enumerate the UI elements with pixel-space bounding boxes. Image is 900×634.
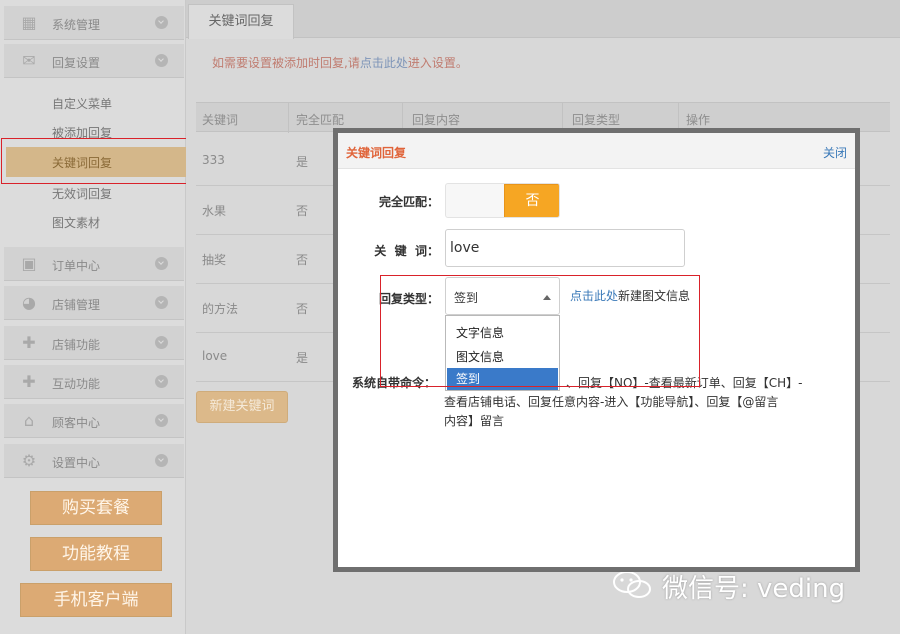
sidebar-section-label: 店铺功能 xyxy=(52,338,101,352)
reply-type-label: 回复类型： xyxy=(378,292,439,306)
chevron-down-icon xyxy=(155,375,168,388)
option-rich-media[interactable]: 图文信息 xyxy=(447,346,558,368)
option-check-in[interactable]: 签到 xyxy=(447,368,558,390)
chevron-down-icon xyxy=(155,16,168,29)
keyword-reply-dialog: 关键词回复 关闭 完全匹配： 否 关 键 词： love 回复类型： 签到 点击… xyxy=(333,128,860,572)
reply-type-select[interactable]: 签到 xyxy=(445,277,560,315)
sidebar-section-label: 订单中心 xyxy=(52,259,101,273)
inbox-icon: ⌂ xyxy=(23,411,35,430)
cell-keyword: 抽奖 xyxy=(202,253,227,267)
sidebar-section-interactive[interactable]: ✚ 互动功能 xyxy=(4,365,184,399)
system-commands-label: 系统自带命令： xyxy=(352,376,437,390)
sidebar-section-label: 互动功能 xyxy=(52,377,101,391)
column-header: 回复类型 xyxy=(572,113,621,127)
plus-icon: ✚ xyxy=(22,372,36,391)
keyword-label: 关 键 词： xyxy=(374,244,439,258)
notice-prefix: 如需要设置被添加时回复,请 xyxy=(212,56,360,70)
chevron-down-icon xyxy=(155,257,168,270)
cell-exact: 是 xyxy=(296,155,309,169)
column-header: 完全匹配 xyxy=(296,113,345,127)
reply-type-value: 签到 xyxy=(454,291,479,305)
sidebar-section-label: 回复设置 xyxy=(52,56,101,70)
sidebar-item-rich-media[interactable]: 图文素材 xyxy=(52,214,100,231)
system-commands-line2: 查看店铺电话、回复任意内容-进入【功能导航】、回复【@留言 xyxy=(444,395,779,409)
cell-keyword: love xyxy=(202,349,228,363)
column-header: 回复内容 xyxy=(412,113,461,127)
chevron-down-icon xyxy=(155,454,168,467)
sidebar-section-shop-functions[interactable]: ✚ 店铺功能 xyxy=(4,326,184,360)
mobile-client-button[interactable]: 手机客户端 xyxy=(20,583,172,617)
buy-package-button[interactable]: 购买套餐 xyxy=(30,491,162,525)
sidebar-item-custom-menu[interactable]: 自定义菜单 xyxy=(52,95,112,112)
plus-icon: ✚ xyxy=(22,333,36,352)
highlight-box xyxy=(1,138,213,184)
sidebar-section-shop[interactable]: ◕ 店铺管理 xyxy=(4,286,184,320)
column-header: 操作 xyxy=(686,113,711,127)
chevron-down-icon xyxy=(155,54,168,67)
new-keyword-button[interactable]: 新建关键词 xyxy=(196,391,288,423)
sidebar-section-label: 设置中心 xyxy=(52,456,101,470)
chevron-down-icon xyxy=(155,296,168,309)
sidebar-section-settings[interactable]: ⚙ 设置中心 xyxy=(4,444,184,478)
cell-exact: 否 xyxy=(296,204,309,218)
mail-icon: ✉ xyxy=(22,51,36,70)
sidebar-section-system[interactable]: ▦ 系统管理 xyxy=(4,6,184,40)
sidebar-section-orders[interactable]: ▣ 订单中心 xyxy=(4,247,184,281)
cell-keyword: 的方法 xyxy=(202,302,239,316)
sidebar-item-invalid-reply[interactable]: 无效词回复 xyxy=(52,185,112,202)
column-header: 关键词 xyxy=(202,113,239,127)
keyword-input[interactable]: love xyxy=(445,229,685,267)
printer-icon: ▣ xyxy=(21,254,37,273)
grid-icon: ▦ xyxy=(21,13,37,32)
dialog-header: 关键词回复 关闭 xyxy=(338,133,855,169)
notice-suffix: 进入设置。 xyxy=(407,56,468,70)
tutorial-button[interactable]: 功能教程 xyxy=(30,537,162,571)
cell-exact: 否 xyxy=(296,253,309,267)
option-text[interactable]: 文字信息 xyxy=(447,322,558,344)
create-link-suffix: 新建图文信息 xyxy=(618,289,691,303)
reply-type-dropdown: 文字信息 图文信息 签到 xyxy=(445,315,560,391)
cell-exact: 否 xyxy=(296,302,309,316)
caret-up-icon xyxy=(543,295,551,300)
toggle-off-option[interactable]: 否 xyxy=(504,184,559,217)
divider xyxy=(288,103,289,133)
close-button[interactable]: 关闭 xyxy=(823,144,847,161)
sidebar-section-reply[interactable]: ✉ 回复设置 xyxy=(4,44,184,78)
dialog-title: 关键词回复 xyxy=(346,146,407,160)
system-commands-text: 查看店铺电话、回复任意内容-进入【功能导航】、回复【@留言 内容】留言 xyxy=(444,393,804,431)
watermark-text: 微信号: veding xyxy=(662,574,846,604)
create-link[interactable]: 点击此处 xyxy=(570,289,618,303)
cell-exact: 是 xyxy=(296,351,309,365)
sidebar-section-label: 店铺管理 xyxy=(52,298,101,312)
sidebar-section-label: 系统管理 xyxy=(52,18,101,32)
wechat-icon xyxy=(613,571,651,598)
chevron-down-icon xyxy=(155,414,168,427)
cell-keyword: 水果 xyxy=(202,204,227,218)
gear-icon: ⚙ xyxy=(21,451,37,470)
chevron-down-icon xyxy=(155,336,168,349)
sidebar-section-label: 顾客中心 xyxy=(52,416,101,430)
tab-bar: 关键词回复 xyxy=(186,0,900,39)
sidebar: ▦ 系统管理 ✉ 回复设置 自定义菜单 被添加回复 关键词回复 无效词回复 图文… xyxy=(0,0,213,634)
sidebar-section-customers[interactable]: ⌂ 顾客中心 xyxy=(4,404,184,438)
tab-keyword-reply[interactable]: 关键词回复 xyxy=(188,4,294,39)
pie-chart-icon: ◕ xyxy=(22,293,36,312)
notice-text: 如需要设置被添加时回复,请点击此处进入设置。 xyxy=(212,54,468,71)
system-commands-line3: 内容】留言 xyxy=(444,414,505,428)
cell-keyword: 333 xyxy=(202,153,225,167)
system-commands-line1: 、回复【NO】-查看最新订单、回复【CH】- xyxy=(566,376,803,390)
exact-match-toggle[interactable]: 否 xyxy=(445,183,560,218)
exact-match-label: 完全匹配： xyxy=(378,195,439,209)
create-rich-media: 点击此处新建图文信息 xyxy=(570,287,690,304)
notice-link[interactable]: 点击此处 xyxy=(360,56,408,70)
